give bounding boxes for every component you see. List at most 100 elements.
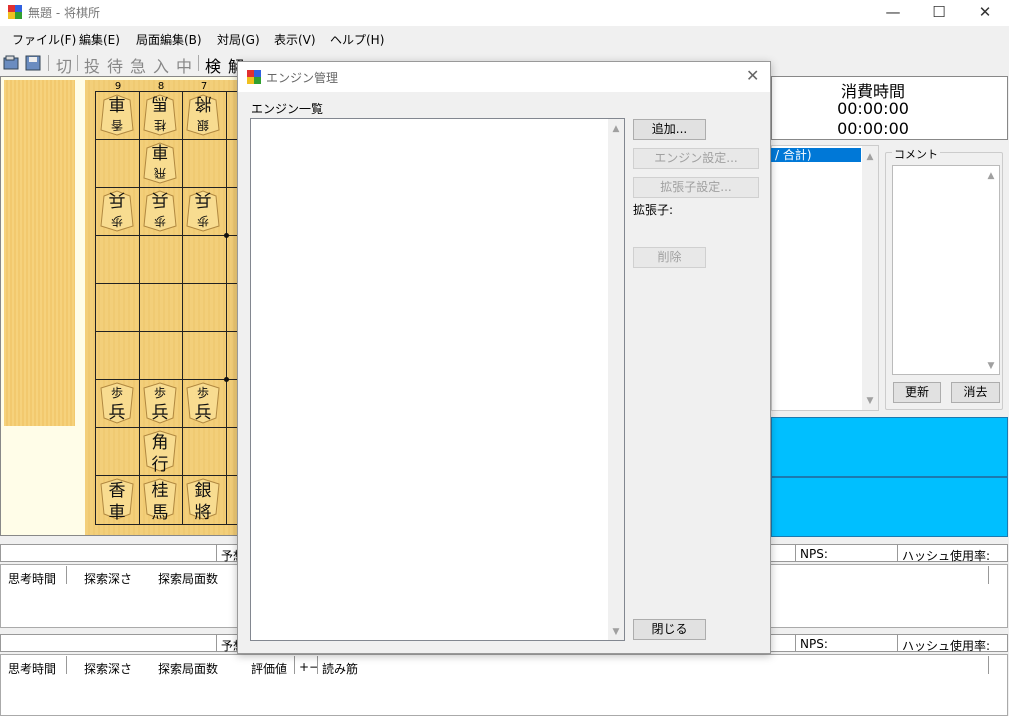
toolbar-cut-button[interactable]: 切 bbox=[56, 53, 72, 77]
engine-settings-button[interactable]: エンジン設定... bbox=[633, 148, 759, 169]
piece-knight-gote[interactable]: 馬桂 bbox=[142, 93, 178, 136]
piece-label: 歩 bbox=[197, 214, 210, 228]
kifu-scrollbar[interactable] bbox=[862, 146, 878, 410]
toolbar-stop-button[interactable]: 中 bbox=[176, 53, 192, 77]
open-icon[interactable] bbox=[3, 55, 19, 71]
toolbar-analyze-button[interactable]: 検 bbox=[205, 53, 221, 77]
divider bbox=[795, 544, 796, 562]
comment-label: コメント bbox=[892, 146, 940, 162]
piece-lance-gote[interactable]: 車香 bbox=[99, 93, 135, 136]
star-point bbox=[224, 377, 229, 382]
scroll-up-icon[interactable]: ▲ bbox=[862, 152, 878, 162]
scroll-down-icon[interactable]: ▼ bbox=[608, 627, 624, 637]
piece-label: 馬 bbox=[151, 93, 169, 113]
piece-bishop-sente[interactable]: 角行 bbox=[142, 430, 178, 474]
piece-label: 歩 bbox=[153, 386, 166, 400]
scroll-down-icon[interactable]: ▼ bbox=[983, 361, 999, 371]
hash-usage-label: ハッシュ使用率: bbox=[902, 549, 991, 563]
menu-edit[interactable]: 編集(E) bbox=[79, 31, 120, 48]
dialog-title: エンジン管理 bbox=[266, 71, 339, 85]
engine2-think-list[interactable] bbox=[0, 654, 1008, 716]
piece-pawn-sente[interactable]: 歩兵 bbox=[185, 382, 221, 424]
engine2-panel bbox=[771, 477, 1008, 537]
menu-game[interactable]: 対局(G) bbox=[217, 31, 260, 48]
piece-label: 銀 bbox=[194, 481, 212, 501]
piece-label: 車 bbox=[108, 93, 126, 113]
minimize-button[interactable]: — bbox=[870, 0, 916, 26]
save-icon[interactable] bbox=[25, 55, 41, 71]
piece-pawn-gote[interactable]: 兵歩 bbox=[142, 189, 178, 232]
engine1-panel bbox=[771, 417, 1008, 477]
column-header[interactable]: 探索局面数 bbox=[158, 660, 218, 677]
piece-pawn-sente[interactable]: 歩兵 bbox=[142, 382, 178, 424]
piece-label: 歩 bbox=[111, 214, 124, 228]
update-comment-button[interactable]: 更新 bbox=[893, 382, 941, 403]
divider bbox=[66, 656, 67, 674]
toolbar-hurry-button[interactable]: 急 bbox=[130, 53, 146, 77]
toolbar-separator bbox=[198, 55, 199, 71]
piece-label: 兵 bbox=[194, 403, 212, 423]
piece-lance-sente[interactable]: 香車 bbox=[99, 478, 135, 522]
piece-label: 香 bbox=[108, 481, 126, 501]
close-button[interactable]: ✕ bbox=[962, 0, 1008, 26]
column-header[interactable]: 思考時間 bbox=[8, 660, 56, 677]
comment-textbox[interactable] bbox=[892, 165, 1000, 375]
window-title: 無題 - 将棋所 bbox=[28, 6, 100, 20]
engine-list[interactable] bbox=[250, 118, 625, 641]
column-header[interactable]: 探索局面数 bbox=[158, 570, 218, 587]
menu-position-edit[interactable]: 局面編集(B) bbox=[136, 31, 202, 48]
piece-label: 車 bbox=[151, 141, 169, 161]
piece-label: 兵 bbox=[151, 189, 169, 209]
menu-file[interactable]: ファイル(F) bbox=[12, 31, 76, 48]
maximize-button[interactable]: ☐ bbox=[916, 0, 962, 26]
piece-label: 兵 bbox=[151, 403, 169, 423]
piece-label: 歩 bbox=[110, 386, 123, 400]
grid-line bbox=[95, 91, 96, 525]
column-header[interactable]: 評価値 bbox=[251, 660, 287, 677]
piece-pawn-gote[interactable]: 兵歩 bbox=[185, 189, 221, 232]
divider bbox=[897, 634, 898, 652]
piece-silver-sente[interactable]: 銀將 bbox=[185, 478, 221, 522]
toolbar-undo-button[interactable]: 待 bbox=[107, 53, 123, 77]
menu-view[interactable]: 表示(V) bbox=[274, 31, 316, 48]
piece-knight-sente[interactable]: 桂馬 bbox=[142, 478, 178, 522]
close-icon[interactable]: ✕ bbox=[746, 66, 759, 85]
kifu-selected-row[interactable]: / 合計) bbox=[771, 148, 861, 162]
engine-list-scrollbar[interactable] bbox=[608, 119, 624, 640]
close-dialog-button[interactable]: 閉じる bbox=[633, 619, 706, 640]
add-engine-button[interactable]: 追加... bbox=[633, 119, 706, 140]
divider bbox=[897, 544, 898, 562]
delete-engine-button[interactable]: 削除 bbox=[633, 247, 706, 268]
extension-settings-button[interactable]: 拡張子設定... bbox=[633, 177, 759, 198]
piece-rook-gote[interactable]: 車飛 bbox=[142, 141, 178, 184]
scroll-up-icon[interactable]: ▲ bbox=[983, 171, 999, 181]
toolbar-separator bbox=[77, 55, 78, 71]
column-header[interactable]: 思考時間 bbox=[8, 570, 56, 587]
toolbar-enter-button[interactable]: 入 bbox=[153, 53, 169, 77]
nps-label: NPS: bbox=[800, 547, 828, 561]
time-player1: 00:00:00 bbox=[837, 99, 909, 118]
piece-pawn-gote[interactable]: 兵歩 bbox=[99, 189, 135, 232]
grid-line bbox=[95, 427, 240, 428]
clear-comment-button[interactable]: 消去 bbox=[951, 382, 1000, 403]
toolbar-resign-button[interactable]: 投 bbox=[84, 53, 100, 77]
divider bbox=[294, 656, 295, 674]
column-header[interactable]: 探索深さ bbox=[84, 570, 132, 587]
app-icon bbox=[247, 70, 261, 84]
piece-pawn-sente[interactable]: 歩兵 bbox=[99, 382, 135, 424]
scroll-down-icon[interactable]: ▼ bbox=[862, 396, 878, 406]
divider bbox=[988, 656, 989, 674]
star-point bbox=[224, 233, 229, 238]
toolbar-separator bbox=[48, 55, 49, 71]
title-bar bbox=[0, 0, 1009, 26]
app-icon bbox=[8, 5, 22, 19]
scroll-up-icon[interactable]: ▲ bbox=[608, 124, 624, 134]
piece-label: 兵 bbox=[108, 189, 126, 209]
extension-label: 拡張子: bbox=[633, 203, 674, 217]
column-header[interactable]: 読み筋 bbox=[322, 660, 358, 677]
engine-manager-dialog: エンジン管理 ✕ エンジン一覧 ▲ ▼ 追加... エンジン設定... 拡張子設… bbox=[237, 61, 771, 654]
menu-help[interactable]: ヘルプ(H) bbox=[330, 31, 384, 48]
piece-silver-gote[interactable]: 將銀 bbox=[185, 93, 221, 136]
grid-line bbox=[95, 379, 240, 380]
column-header[interactable]: 探索深さ bbox=[84, 660, 132, 677]
